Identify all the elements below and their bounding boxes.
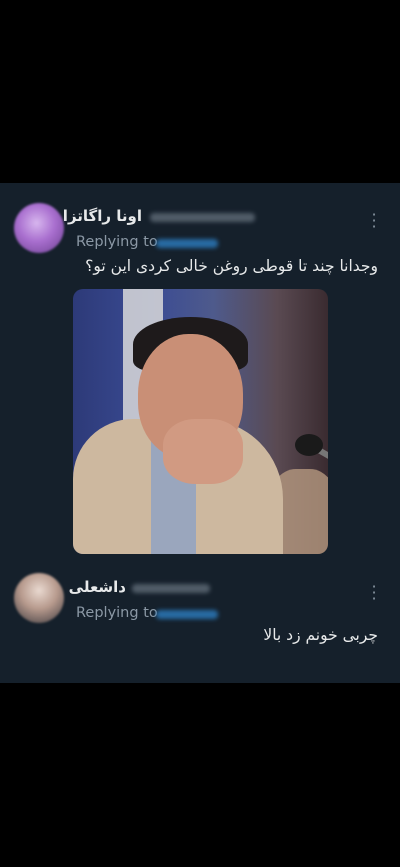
replying-to-label: Replying to <box>76 234 158 250</box>
avatar[interactable] <box>14 573 64 623</box>
author-name[interactable]: داشعلی <box>69 578 126 596</box>
replying-to-handle-blurred[interactable] <box>156 610 218 619</box>
tweet-text: وجدانا چند تا قوطی روغن خالی کردی این تو… <box>85 257 378 275</box>
avatar[interactable] <box>14 203 64 253</box>
author-name[interactable]: اونا راگاتزا <box>63 207 142 225</box>
author-handle-blurred <box>150 213 255 222</box>
more-options-icon[interactable]: · · · <box>370 207 378 235</box>
author-handle-blurred <box>132 584 210 593</box>
tweet-photo[interactable] <box>73 289 328 554</box>
replying-to-label: Replying to <box>76 605 158 621</box>
replying-to-handle-blurred[interactable] <box>156 239 218 248</box>
tweet-text: چربی خونم زد بالا <box>263 626 378 644</box>
more-options-icon[interactable]: · · · <box>370 579 378 607</box>
